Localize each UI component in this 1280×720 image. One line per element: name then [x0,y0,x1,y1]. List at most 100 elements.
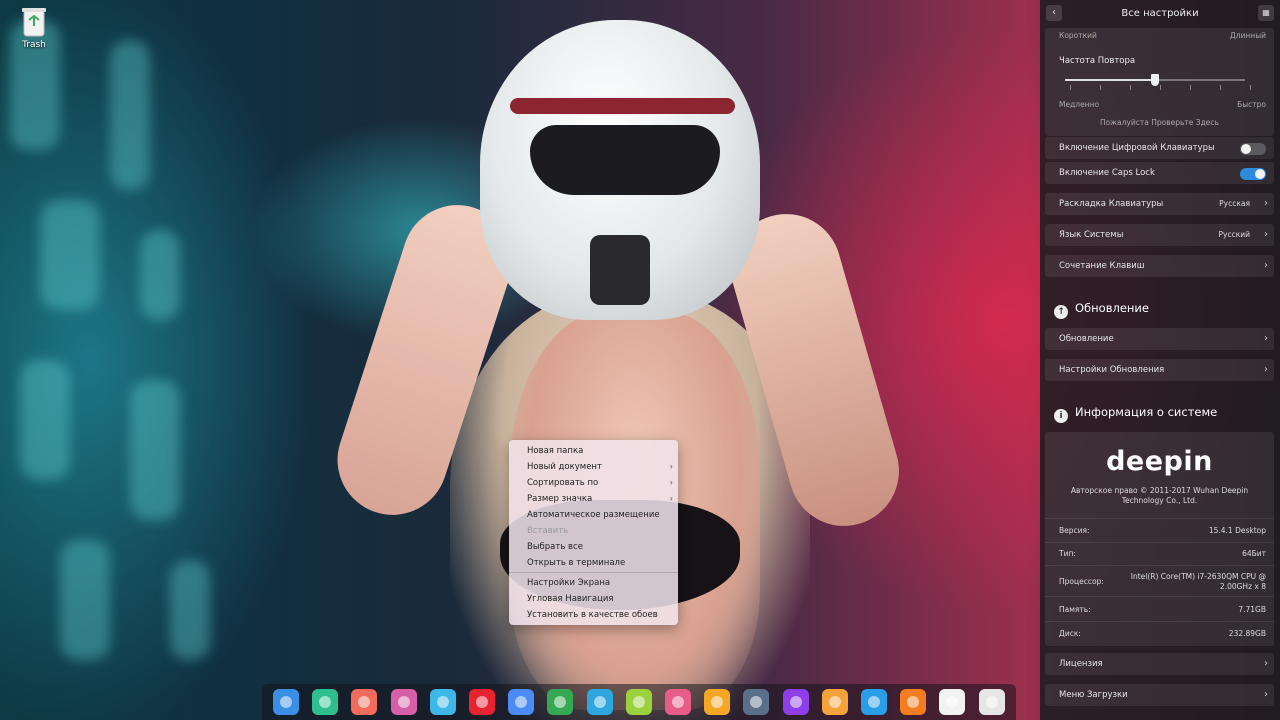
wifi-icon[interactable] [861,689,887,715]
license-label: Лицензия [1059,659,1103,669]
repeat-rate-thumb[interactable] [1151,74,1159,86]
license-row[interactable]: Лицензия › [1045,653,1274,675]
update-row[interactable]: Обновление › [1045,328,1274,350]
disk-value: 232.89GB [1228,629,1266,638]
context-menu-item[interactable]: Автоматическое размещение [509,507,678,523]
delay-long-label: Длинный [1229,31,1266,40]
slider-tick [1220,85,1221,90]
helmet-band [510,98,735,114]
slider-tick [1160,85,1161,90]
memory-key: Память: [1059,605,1091,614]
trash-icon[interactable] [978,689,1005,715]
wallpaper-bokeh [60,540,110,660]
sysinfo-card: deepin Авторское право © 2011-2017 Wuhan… [1045,432,1274,646]
context-menu-item[interactable]: Открыть в терминале [509,555,678,571]
opera-icon[interactable] [469,689,495,715]
control-center-icon[interactable] [390,689,417,715]
chromium-icon[interactable] [508,689,535,715]
grid-view-button[interactable]: ▦ [1258,5,1274,21]
dock-icon-glyph [593,696,606,708]
context-menu-item[interactable]: Установить в качестве обоев [509,607,678,623]
update-settings-row[interactable]: Настройки Обновления › [1045,359,1274,381]
panel-header: ‹ Все настройки ▦ [1040,0,1280,28]
dock-icon-glyph [632,696,645,708]
divider [1045,542,1274,543]
dock-icon-glyph [828,696,841,708]
chevron-right-icon: › [1264,689,1268,700]
wallpaper-bokeh [130,380,180,520]
slider-tick [1070,85,1071,90]
dock-icon-glyph [476,696,488,708]
divider [1045,565,1274,566]
screenshot-icon[interactable] [743,689,770,715]
context-menu-item[interactable]: Настройки Экрана [509,575,678,591]
telegram-icon[interactable] [586,689,613,715]
capslock-label: Включение Caps Lock [1059,168,1155,178]
version-key: Версия: [1059,526,1090,535]
capslock-toggle[interactable] [1240,168,1266,180]
context-menu-item: Вставить [509,523,678,539]
menu-separator [509,572,678,573]
slider-tick [1250,85,1251,90]
type-value: 64Бит [1242,549,1266,558]
chevron-right-icon: › [1264,333,1268,344]
context-menu-item[interactable]: Размер значка › [509,491,678,507]
dock-icon-glyph [280,696,292,708]
dock-icon-glyph [711,696,724,708]
repeat-rate-slider[interactable] [1065,74,1245,86]
trash-label: Trash [22,40,46,50]
upload-icon[interactable] [900,689,927,715]
wallpaper-bokeh [140,230,180,320]
shortcuts-row[interactable]: Сочетание Клавиш › [1045,255,1274,277]
image-viewer-icon[interactable] [704,689,731,715]
system-language-row[interactable]: Язык Системы Русский › [1045,224,1274,246]
context-menu-item-label: Автоматическое размещение [527,510,660,520]
file-manager-icon[interactable] [312,689,339,715]
screen-recorder-icon[interactable] [351,689,378,715]
sysinfo-section-label: Информация о системе [1075,405,1218,419]
context-menu-item-label: Размер значка [527,494,593,504]
divider [1045,596,1274,597]
context-menu-item-label: Выбрать все [527,542,583,552]
context-menu-item[interactable]: Угловая Навигация [509,591,678,607]
dock-icon-glyph [358,696,371,708]
keyboard-layout-row[interactable]: Раскладка Клавиатуры Русская › [1045,193,1274,215]
update-section-label: Обновление [1075,301,1149,315]
context-menu-item[interactable]: Сортировать по › [509,475,678,491]
chevron-right-icon: › [1264,198,1268,209]
version-value: 15.4.1 Desktop [1208,526,1266,535]
shutdown-icon[interactable] [782,689,809,715]
desktop-trash[interactable]: Trash [8,6,60,50]
repeat-test-area[interactable]: Пожалуйста Проверьте Здесь [1045,118,1274,127]
slider-tick [1100,85,1101,90]
numlock-toggle[interactable] [1240,143,1266,155]
boot-menu-row[interactable]: Меню Загрузки › [1045,684,1274,706]
submenu-arrow-icon: › [669,462,673,471]
context-menu-item[interactable]: Новый документ › [509,459,678,475]
pen-tool-icon[interactable] [665,689,691,715]
context-menu-item-label: Новый документ [527,462,602,472]
launcher-icon[interactable] [273,689,299,715]
submenu-arrow-icon: › [669,478,673,487]
dock [262,684,1016,720]
dock-icon-glyph [868,696,880,708]
dock-icon-glyph [319,696,332,708]
desktop-context-menu: Новая папка Новый документ › Сортировать по… [509,440,678,625]
dock-icon-glyph [397,696,410,708]
clock-icon[interactable] [939,689,966,715]
keyboard-repeat-card: Короткий Длинный Частота Повтора Медленн… [1045,28,1274,136]
type-key: Тип: [1059,549,1076,558]
disk-key: Диск: [1059,629,1081,638]
update-settings-label: Настройки Обновления [1059,365,1165,375]
submenu-arrow-icon: › [669,494,673,503]
chevron-right-icon: › [1264,229,1268,240]
app-store-icon[interactable] [429,689,456,715]
context-menu-item[interactable]: Выбрать все [509,539,678,555]
keyboard-layout-value: Русская [1219,199,1250,208]
music-icon[interactable] [625,689,652,715]
context-menu-item-label: Вставить [527,526,569,536]
chrome-icon[interactable] [547,689,574,715]
theme-icon[interactable] [821,689,848,715]
numlock-label: Включение Цифровой Клавиатуры [1059,143,1215,153]
context-menu-item[interactable]: Новая папка [509,443,678,459]
